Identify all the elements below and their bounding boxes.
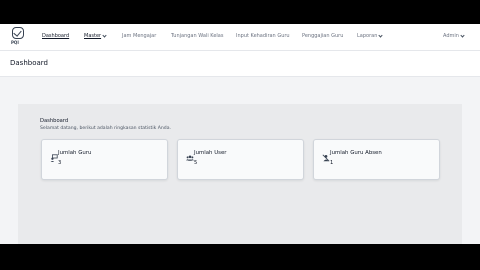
users-icon (186, 155, 194, 161)
app-window: PQI Dashboard Master Jam Mengajar Tunjan… (0, 24, 480, 244)
nav-item-label: Dashboard (42, 33, 70, 39)
nav-item-label: Input Kehadiran Guru (236, 33, 290, 39)
panel-title: Dashboard (40, 118, 69, 124)
nav-item-label: Laporan (357, 33, 378, 39)
nav-item-dashboard[interactable]: Dashboard (42, 33, 69, 39)
nav-item-laporan[interactable]: Laporan (357, 32, 383, 39)
absent-icon (322, 154, 330, 162)
stat-card-user[interactable]: Jumlah User 5 (177, 139, 304, 180)
top-navbar: PQI Dashboard Master Jam Mengajar Tunjan… (0, 24, 480, 51)
stat-card-title: Jumlah Guru (58, 150, 92, 156)
nav-item-tunjangan[interactable]: Tunjangan Wali Kelas (171, 33, 223, 39)
stat-card-value: 3 (58, 160, 62, 166)
stat-card-title: Jumlah User (194, 150, 227, 156)
nav-item-penggajian[interactable]: Penggajian Guru (302, 33, 343, 39)
stat-card-guru[interactable]: Jumlah Guru 3 (41, 139, 168, 180)
user-menu[interactable]: Admin (443, 32, 465, 39)
panel-subtitle: Selamat datang, berikut adalah ringkasan… (40, 126, 171, 131)
logo-text: PQI (11, 40, 19, 45)
nav-item-label: Penggajian Guru (302, 33, 344, 39)
stat-card-value: 1 (330, 160, 334, 166)
nav-item-label: Tunjangan Wali Kelas (171, 33, 224, 39)
nav-item-input-kehadiran[interactable]: Input Kehadiran Guru (236, 33, 290, 39)
logo-badge-icon (12, 27, 24, 39)
chevron-down-icon (102, 32, 107, 38)
stat-card-guru-absen[interactable]: Jumlah Guru Absen 1 (313, 139, 440, 180)
nav-item-label: Jam Mengajar (122, 33, 157, 39)
panel-heading: Dashboard Selamat datang, berikut adalah… (40, 118, 171, 131)
chevron-down-icon (460, 32, 465, 38)
chevron-down-icon (378, 32, 383, 38)
nav-item-label: Master (84, 33, 102, 39)
nav-item-master[interactable]: Master (84, 32, 107, 39)
teacher-icon (50, 154, 58, 162)
page-header: Dashboard (0, 51, 480, 77)
app-logo[interactable]: PQI (9, 27, 30, 48)
user-name: Admin (443, 33, 459, 39)
page-title: Dashboard (10, 59, 48, 67)
nav-item-jam-mengajar[interactable]: Jam Mengajar (122, 33, 156, 39)
stat-card-title: Jumlah Guru Absen (330, 150, 382, 156)
stat-card-value: 5 (194, 160, 198, 166)
